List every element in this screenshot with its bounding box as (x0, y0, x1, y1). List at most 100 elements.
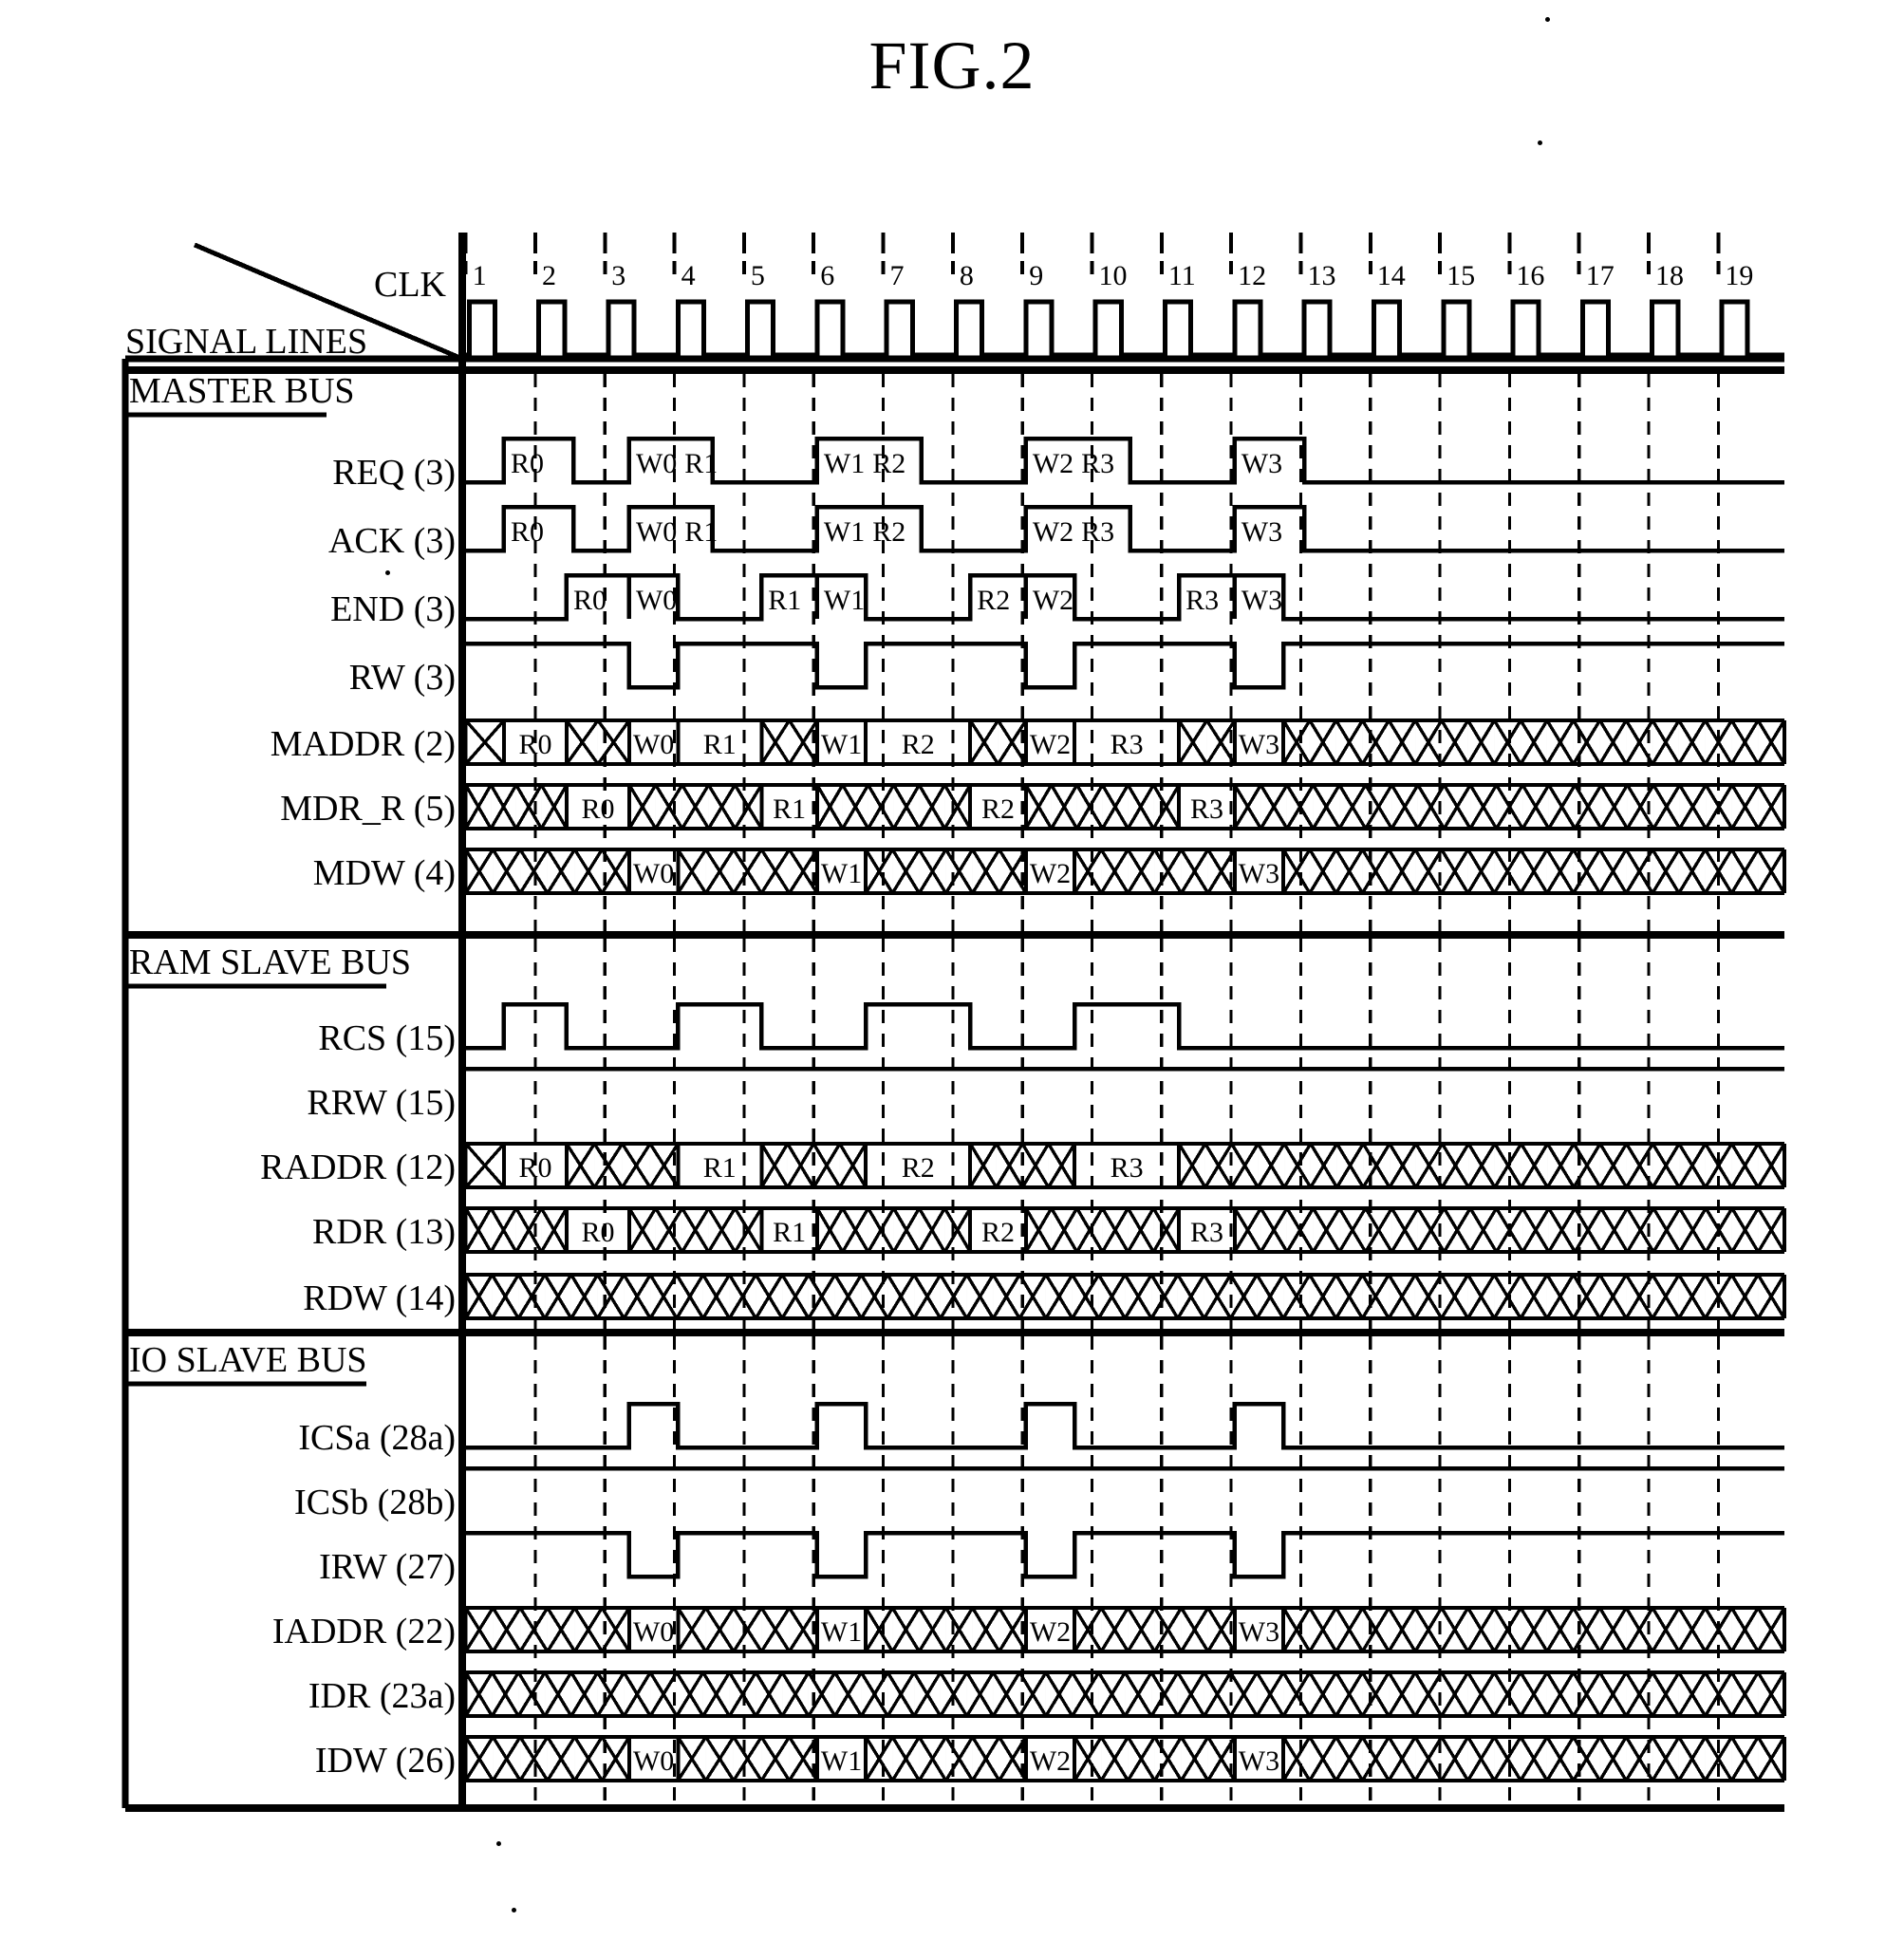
signal-value: W3 (1241, 448, 1282, 479)
speckle (1538, 140, 1542, 145)
signal-value: W2 (1033, 516, 1073, 548)
signal-value: R2 (872, 448, 905, 479)
cycle-number: 9 (1029, 260, 1043, 291)
signal-value: R0 (511, 516, 544, 548)
signal-value: R3 (1081, 448, 1114, 479)
signal-row-label: RADDR (12) (260, 1147, 456, 1187)
cycle-number: 6 (820, 260, 834, 291)
signal-value: W0 (636, 448, 677, 479)
bus-value: W1 (821, 729, 862, 760)
bus-value: W1 (821, 1745, 862, 1777)
bus-value: W3 (1239, 1616, 1279, 1648)
bus-value: W2 (1030, 1745, 1071, 1777)
signal-row-label: RCS (15) (318, 1018, 456, 1058)
signal-value: W2 (1033, 448, 1073, 479)
cycle-number: 12 (1238, 260, 1266, 291)
signal-value: W1 (824, 516, 865, 548)
signal-value: W1 (824, 585, 865, 616)
clk-waveform (462, 299, 1784, 358)
bus-value: W3 (1239, 729, 1279, 760)
signal-value: R1 (768, 585, 801, 616)
bus-value: W1 (821, 1616, 862, 1648)
bus-value: W3 (1239, 1745, 1279, 1777)
cycle-number: 11 (1168, 260, 1196, 291)
bus-value: R0 (581, 1217, 614, 1248)
signal-waveform (462, 1401, 1784, 1450)
speckle (496, 1841, 501, 1846)
signal-row-label: RW (3) (349, 658, 456, 698)
signal-row-label: RDW (14) (303, 1278, 456, 1318)
figure-page: FIG.2 CLK SIGNAL LINES 1 2 3 4 5 6 7 8 9 10 11 12 13 14… (0, 0, 1904, 1959)
signal-row-label: REQ (3) (332, 453, 456, 493)
signal-row-label: IADDR (22) (272, 1612, 456, 1651)
section-title: MASTER BUS (129, 371, 355, 411)
signal-row-label: MADDR (2) (271, 724, 456, 764)
cycle-number: 1 (473, 260, 487, 291)
cycle-number: 8 (960, 260, 974, 291)
speckle (1545, 17, 1550, 22)
bus-value: R2 (981, 1217, 1015, 1248)
signal-row-label: ACK (3) (328, 521, 456, 561)
speckle (512, 1908, 516, 1912)
cycle-number: 14 (1377, 260, 1406, 291)
clk-corner-label: CLK (374, 265, 447, 305)
cycle-number: 19 (1725, 260, 1753, 291)
signal-value: R3 (1081, 516, 1114, 548)
signal-value: R0 (573, 585, 607, 616)
signal-value: W0 (636, 585, 677, 616)
signal-row-label: IRW (27) (319, 1547, 456, 1587)
bus-value: W1 (821, 858, 862, 889)
speckle (385, 570, 390, 575)
signal-value: W3 (1241, 516, 1282, 548)
bus-value: R0 (518, 1152, 551, 1184)
cycle-number: 15 (1447, 260, 1475, 291)
signal-row-label: ICSb (28b) (294, 1483, 456, 1522)
bus-value: R1 (703, 1152, 737, 1184)
bus-value: R1 (703, 729, 737, 760)
cycle-number: 3 (611, 260, 625, 291)
bus-value: R2 (902, 729, 935, 760)
cycle-number: 17 (1586, 260, 1615, 291)
signal-row-label: IDR (23a) (308, 1676, 456, 1716)
signal-value: W2 (1033, 585, 1073, 616)
section-title: IO SLAVE BUS (129, 1340, 367, 1380)
bus-value: R1 (773, 793, 806, 825)
bus-value: R2 (981, 793, 1015, 825)
bus-value: W2 (1030, 729, 1071, 760)
timing-diagram: CLKSIGNAL LINES1 2 3 4 5 6 7 8 9 10 11 12 13 14 15 16 17… (121, 233, 1786, 1812)
signal-waveform (462, 1530, 1784, 1579)
bus-value: R0 (518, 729, 551, 760)
signal-row-label: MDW (4) (313, 853, 456, 893)
signal-value: W1 (824, 448, 865, 479)
signal-value: R2 (977, 585, 1010, 616)
bus-value: R3 (1190, 793, 1223, 825)
bus-value: R2 (902, 1152, 935, 1184)
signal-row-label: MDR_R (5) (280, 789, 456, 829)
cycle-number: 5 (751, 260, 765, 291)
bus-value: R1 (773, 1217, 806, 1248)
bus-value: W0 (633, 729, 674, 760)
signal-value: R3 (1185, 585, 1219, 616)
signal-value: R1 (684, 516, 718, 548)
bus-value: R3 (1111, 729, 1144, 760)
signal-value: R0 (511, 448, 544, 479)
cycle-number: 2 (542, 260, 556, 291)
cycle-number: 7 (890, 260, 905, 291)
cycle-number: 13 (1307, 260, 1335, 291)
signal-value: R2 (872, 516, 905, 548)
bus-value: W0 (633, 1616, 674, 1648)
bus-value: W0 (633, 1745, 674, 1777)
bus-value: W0 (633, 858, 674, 889)
signal-value: W3 (1241, 585, 1282, 616)
bus-value: R0 (581, 793, 614, 825)
bus-value: W2 (1030, 1616, 1071, 1648)
signal-value: R1 (684, 448, 718, 479)
signal-value: W0 (636, 516, 677, 548)
signal-row-label: RRW (15) (307, 1083, 456, 1123)
signal-row-label: RDR (13) (312, 1212, 456, 1252)
bus-value: W3 (1239, 858, 1279, 889)
bus-value: R3 (1190, 1217, 1223, 1248)
signal-row-label: END (3) (330, 589, 456, 629)
bus-value: W2 (1030, 858, 1071, 889)
signal-waveform (462, 641, 1784, 690)
